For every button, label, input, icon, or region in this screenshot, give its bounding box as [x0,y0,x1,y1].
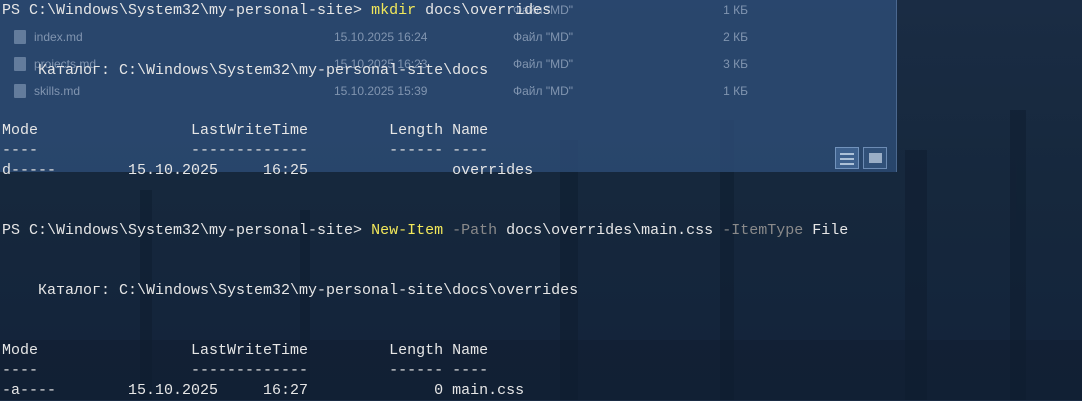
parameter-value: File [812,222,849,239]
parameter-name: -Path [452,222,498,239]
command-line: PS C:\Windows\System32\my-personal-site>… [2,1,551,21]
directory-label: Каталог: C:\Windows\System32\my-personal… [2,62,489,79]
powershell-console[interactable]: PS C:\Windows\System32\my-personal-site>… [2,0,1080,399]
command-name: mkdir [371,2,417,19]
command-line: PS C:\Windows\System32\my-personal-site>… [2,221,848,241]
directory-label: Каталог: C:\Windows\System32\my-personal… [2,282,579,299]
table-row: d----- 15.10.2025 16:25 overrides [2,162,534,179]
table-row: -a---- 15.10.2025 16:27 0 main.css [2,382,525,399]
table-header: Mode LastWriteTime Length Name [2,342,489,359]
table-separator: ---- ------------- ------ ---- [2,362,489,379]
table-header: Mode LastWriteTime Length Name [2,122,489,139]
command-name: New-Item [371,222,444,239]
prompt: PS C:\Windows\System32\my-personal-site> [2,2,363,19]
parameter-value: docs\overrides\main.css [506,222,714,239]
prompt: PS C:\Windows\System32\my-personal-site> [2,222,363,239]
command-argument: docs\overrides [425,2,552,19]
table-separator: ---- ------------- ------ ---- [2,142,489,159]
parameter-name: -ItemType [722,222,804,239]
